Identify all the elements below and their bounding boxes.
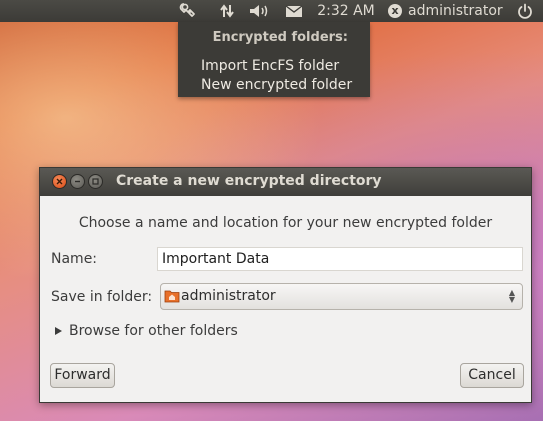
home-folder-icon — [164, 289, 180, 307]
minimize-icon — [71, 175, 84, 188]
cancel-button[interactable]: Cancel — [460, 363, 524, 388]
minimize-window-button[interactable] — [70, 174, 85, 189]
expander-arrow-icon — [55, 327, 62, 335]
mail-icon[interactable] — [283, 0, 305, 22]
session-indicator[interactable]: x administrator — [388, 0, 506, 22]
dialog-titlebar[interactable]: Create a new encrypted directory — [40, 168, 531, 196]
browse-other-folders-expander[interactable]: Browse for other folders — [54, 323, 238, 339]
volume-icon[interactable] — [248, 0, 272, 22]
dialog-instruction: Choose a name and location for your new … — [78, 215, 493, 231]
power-icon[interactable] — [514, 0, 536, 22]
encrypted-folders-menu: Encrypted folders: Import EncFS folder N… — [178, 22, 370, 97]
save-in-folder-combo[interactable]: administrator ▲ ▼ — [160, 283, 523, 310]
selected-folder: administrator — [181, 288, 276, 304]
dialog-title: Create a new encrypted directory — [116, 173, 382, 189]
forward-button[interactable]: Forward — [50, 363, 115, 388]
close-icon — [53, 175, 66, 188]
maximize-window-button[interactable] — [88, 174, 103, 189]
clock[interactable]: 2:32 AM — [315, 0, 377, 22]
menu-header: Encrypted folders: — [212, 30, 348, 45]
name-label: Name: — [51, 251, 98, 267]
create-encrypted-directory-dialog: Create a new encrypted directory Choose … — [39, 167, 532, 403]
combo-arrows-icon: ▲ ▼ — [508, 288, 515, 304]
menu-item-import-encfs-folder[interactable]: Import EncFS folder — [201, 58, 339, 74]
user-name: administrator — [408, 3, 503, 19]
browse-label: Browse for other folders — [69, 323, 238, 339]
close-window-button[interactable] — [52, 174, 67, 189]
session-icon: x — [388, 4, 402, 18]
maximize-icon — [89, 175, 102, 188]
top-panel: 2:32 AM x administrator — [0, 0, 543, 22]
encfs-indicator-icon[interactable] — [176, 0, 202, 22]
name-field[interactable]: Important Data — [157, 247, 523, 271]
save-in-folder-label: Save in folder: — [51, 289, 153, 305]
network-icon[interactable] — [216, 0, 238, 22]
menu-item-new-encrypted-folder[interactable]: New encrypted folder — [201, 77, 352, 93]
